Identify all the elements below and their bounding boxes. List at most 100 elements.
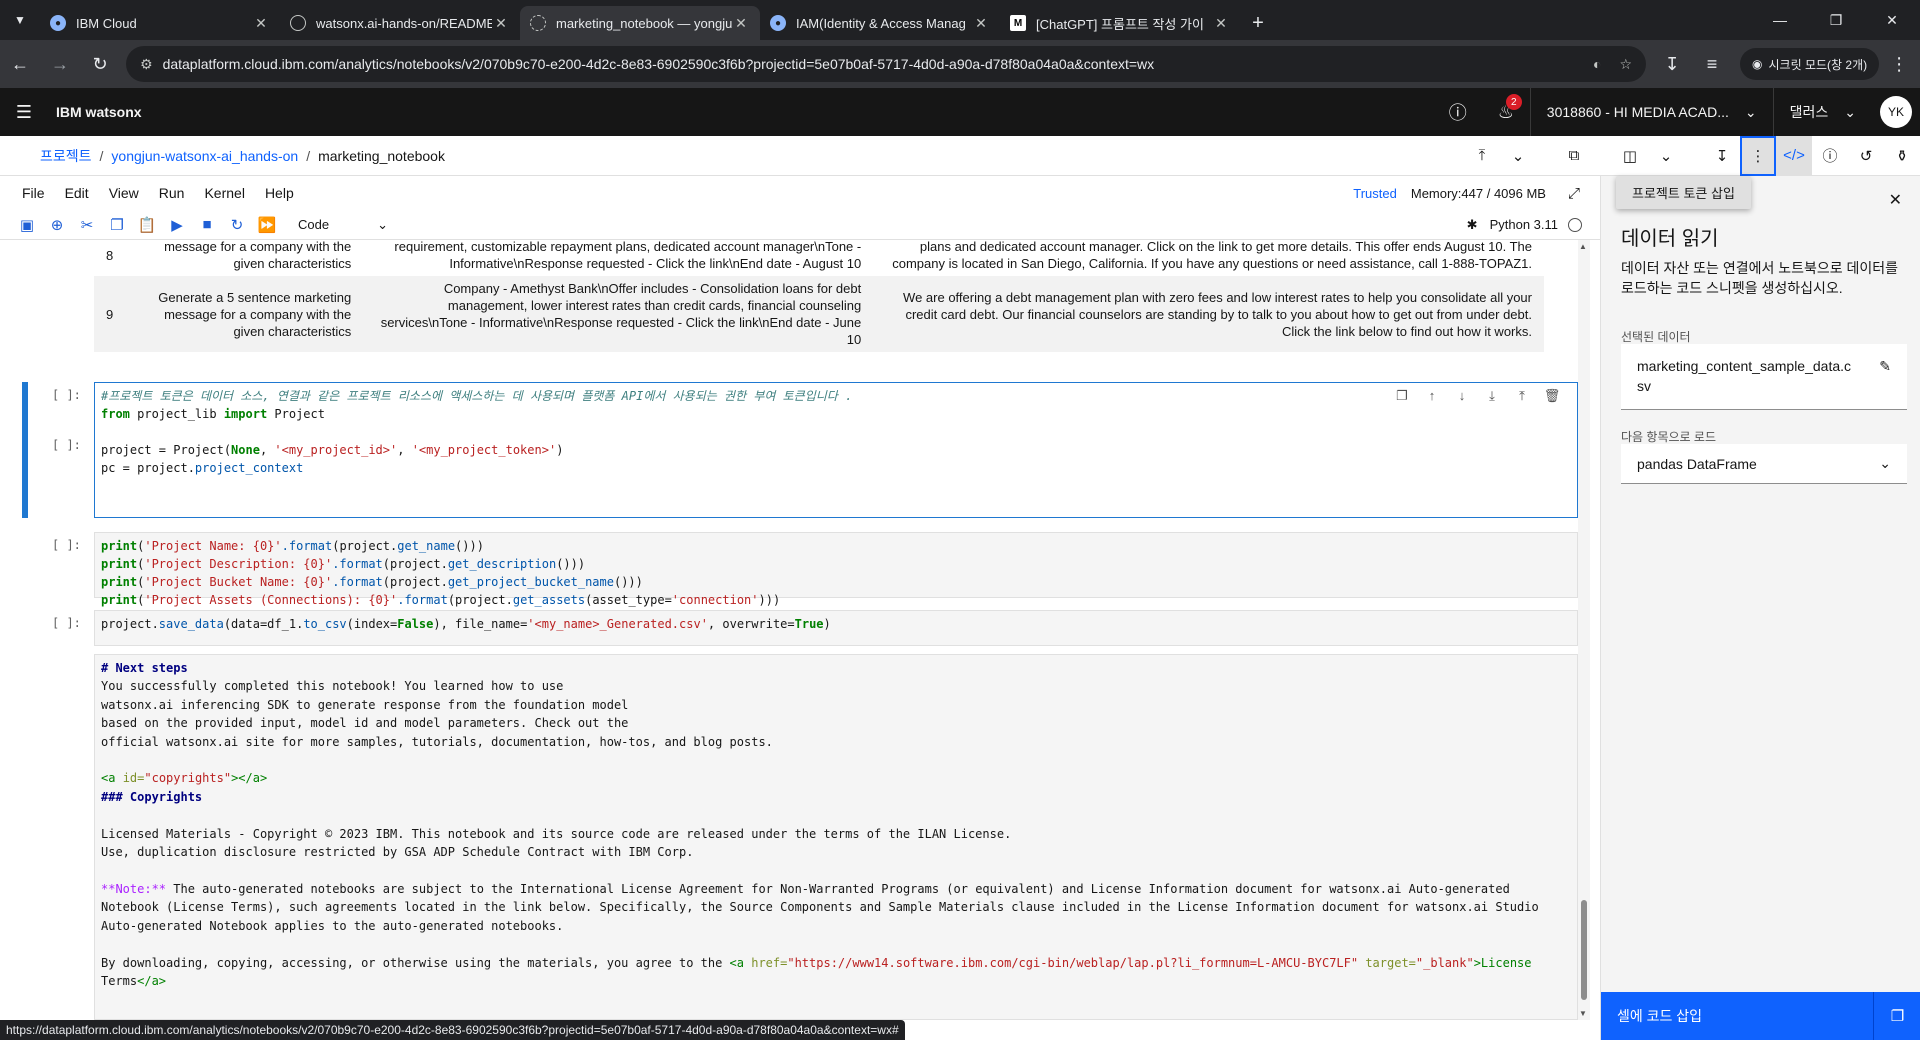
paste-icon[interactable]: 📋 [132, 216, 162, 234]
run-all-icon[interactable]: ⏩ [252, 216, 282, 234]
hamburger-menu-icon[interactable]: ☰ [0, 88, 48, 136]
close-window-icon[interactable]: ✕ [1864, 0, 1920, 40]
scroll-up-icon[interactable]: ▲ [1579, 242, 1587, 251]
edit-pencil-icon[interactable]: ✎ [1879, 356, 1891, 409]
chevron-down-icon[interactable]: ⌄ [1500, 136, 1536, 176]
menu-file[interactable]: File [22, 185, 45, 201]
run-icon[interactable]: ▶ [162, 216, 192, 234]
close-icon[interactable]: ✕ [252, 15, 270, 32]
help-icon[interactable]: ⓘ [1434, 88, 1482, 136]
reload-icon[interactable]: ↻ [80, 44, 120, 84]
close-icon[interactable]: ✕ [1889, 190, 1902, 210]
close-icon[interactable]: ✕ [732, 15, 750, 32]
md-text: By downloading, copying, accessing, or o… [101, 955, 730, 970]
selected-data-field[interactable]: marketing_content_sample_data.csv ✎ [1621, 344, 1907, 410]
new-tab-button[interactable]: + [1240, 6, 1276, 40]
menu-help[interactable]: Help [265, 185, 294, 201]
notification-bell-icon[interactable]: ♨ 2 [1482, 88, 1530, 136]
avatar[interactable]: YK [1880, 96, 1912, 128]
cut-icon[interactable]: ✂ [72, 216, 102, 234]
brand-name[interactable]: IBM watsonx [56, 104, 142, 120]
copy-icon[interactable]: ❐ [102, 216, 132, 234]
panel-title: 데이터 읽기 [1621, 228, 1719, 250]
download-icon[interactable]: ↧ [1652, 44, 1692, 84]
close-icon[interactable]: ✕ [492, 15, 510, 32]
close-icon[interactable]: ✕ [1212, 15, 1230, 32]
code-token: ())) [455, 539, 484, 553]
code-token: False [397, 617, 434, 631]
code-snippets-icon[interactable]: </> [1776, 135, 1812, 176]
github-icon [290, 15, 306, 31]
environment-icon[interactable]: ⚱ [1884, 136, 1920, 176]
info-icon[interactable]: ⓘ [1812, 136, 1848, 176]
stop-icon[interactable]: ■ [192, 216, 222, 233]
minimize-icon[interactable]: — [1752, 0, 1808, 40]
menu-run[interactable]: Run [159, 185, 185, 201]
load-as-select[interactable]: pandas DataFrame ⌄ [1621, 444, 1907, 484]
code-token: (asset_type= [585, 593, 672, 607]
more-menu-icon[interactable]: ⋮ [1879, 44, 1919, 84]
code-cell-save-data[interactable]: project.save_data(data=df_1.to_csv(index… [94, 610, 1578, 646]
trusted-status[interactable]: Trusted [1353, 186, 1397, 201]
region-switcher[interactable]: 댈러스 ⌄ [1772, 88, 1872, 136]
bug-icon[interactable]: ✱ [1467, 217, 1478, 233]
incognito-badge[interactable]: ◉ 시크릿 모드(창 2개) [1740, 48, 1880, 80]
chevron-down-icon[interactable]: ⌄ [1648, 136, 1684, 176]
panel-description: 데이터 자산 또는 연결에서 노트북으로 데이터를 로드하는 코드 스니펫을 생… [1621, 260, 1899, 296]
insert-project-token-tooltip[interactable]: 프로젝트 토큰 삽입 [1616, 176, 1751, 209]
code-token: ())) [613, 575, 643, 589]
tab-title: IBM Cloud [76, 15, 137, 31]
menu-edit[interactable]: Edit [65, 185, 89, 201]
url-input[interactable]: ⚙ dataplatform.cloud.ibm.com/analytics/n… [126, 46, 1646, 82]
code-cell-project-info[interactable]: print('Project Name: {0}'.format(project… [94, 532, 1578, 607]
notebook-scrollbar[interactable]: ▲ ▼ [1578, 240, 1590, 1020]
cell-type-select[interactable]: Code ⌄ [298, 217, 388, 233]
site-info-icon[interactable]: ⚙ [140, 56, 153, 73]
insert-cell-icon[interactable]: ⊕ [42, 216, 72, 234]
browser-tab-ibm-cloud[interactable]: ● IBM Cloud ✕ [40, 6, 280, 40]
browser-tab-notebook[interactable]: marketing_notebook — yongju ✕ [520, 6, 760, 40]
status-url: https://dataplatform.cloud.ibm.com/analy… [0, 1020, 905, 1040]
menu-view[interactable]: View [109, 185, 139, 201]
notebook-toolbar: ▣ ⊕ ✂ ❐ 📋 ▶ ■ ↻ ⏩ Code ⌄ ✱ Python 3.11 [0, 210, 1600, 240]
code-token: .format [397, 593, 448, 607]
menu-kernel[interactable]: Kernel [204, 185, 244, 201]
expand-icon[interactable]: ⤢ [1568, 185, 1580, 202]
download-icon[interactable]: ↧ [1704, 136, 1740, 176]
browser-tab-chatgpt[interactable]: M [ChatGPT] 프롬프트 작성 가이 ✕ [1000, 6, 1240, 40]
code-token: 'connection' [671, 593, 759, 607]
code-token: , overwrite= [707, 617, 795, 631]
reading-list-icon[interactable]: ≡ [1692, 44, 1732, 84]
account-switcher[interactable]: 3018860 - HI MEDIA ACAD... ⌄ [1529, 88, 1773, 136]
share-icon[interactable]: ⧉ [1556, 136, 1592, 176]
restart-icon[interactable]: ↻ [222, 216, 252, 234]
chevron-down-icon: ⌄ [1879, 455, 1891, 471]
copy-icon[interactable]: ❐ [1873, 992, 1920, 1040]
scroll-down-icon[interactable]: ▼ [1579, 1009, 1587, 1018]
kernel-idle-icon [1568, 217, 1582, 232]
markdown-cell-next-steps[interactable]: # Next steps You successfully completed … [94, 654, 1578, 1020]
back-icon[interactable]: ← [0, 44, 40, 84]
version-icon[interactable]: ◫ [1612, 136, 1648, 176]
history-icon[interactable]: ↺ [1848, 136, 1884, 176]
scrollbar-thumb[interactable] [1581, 900, 1587, 1000]
breadcrumb-bar: 프로젝트 / yongjun-watsonx-ai_hands-on / mar… [0, 135, 1920, 176]
restore-icon[interactable]: ❐ [1808, 0, 1864, 40]
selected-data-label: 선택된 데이터 [1621, 330, 1691, 344]
md-token: >License [1473, 955, 1532, 970]
save-icon[interactable]: ▣ [12, 216, 42, 234]
insert-code-button[interactable]: 셀에 코드 삽입 ❐ [1601, 992, 1920, 1040]
publish-icon[interactable]: ⤒ [1464, 136, 1500, 176]
notebook-cells: [ ]: print('Project Name: {0}'.format(pr… [12, 240, 1578, 1020]
breadcrumb-projects-link[interactable]: 프로젝트 [40, 146, 92, 166]
globe-icon: ● [50, 15, 66, 31]
tab-search-icon[interactable]: ▼ [0, 0, 40, 40]
browser-tab-iam[interactable]: ● IAM(Identity & Access Manag ✕ [760, 6, 1000, 40]
eye-off-icon[interactable]: ◐ [1593, 56, 1601, 72]
more-options-icon[interactable]: ⋮ [1740, 135, 1776, 176]
browser-tab-github[interactable]: watsonx.ai-hands-on/README ✕ [280, 6, 520, 40]
bookmark-star-icon[interactable]: ☆ [1619, 56, 1632, 73]
forward-icon[interactable]: → [40, 44, 80, 84]
close-icon[interactable]: ✕ [972, 15, 990, 32]
breadcrumb-project-link[interactable]: yongjun-watsonx-ai_hands-on [111, 148, 298, 164]
